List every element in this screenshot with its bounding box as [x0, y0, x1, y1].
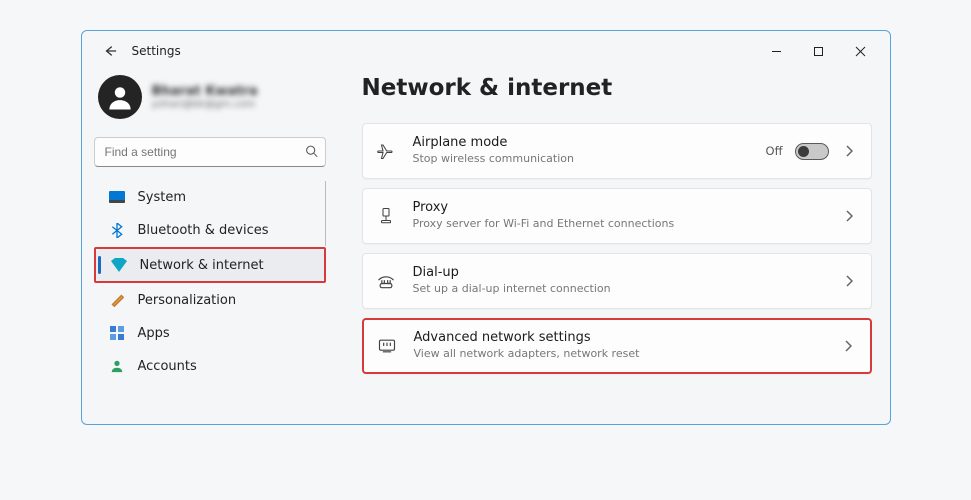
card-desc: Proxy server for Wi-Fi and Ethernet conn… [413, 217, 841, 231]
sidebar-item-accounts[interactable]: Accounts [94, 350, 326, 382]
card-title: Proxy [413, 200, 841, 217]
toggle-state-label: Off [766, 144, 783, 158]
account-icon [108, 357, 126, 375]
search-icon [305, 143, 318, 162]
search-box [94, 137, 326, 167]
avatar [98, 75, 142, 119]
sidebar: Bharat Kwatra yohan@bk@gm.com System [82, 71, 338, 424]
sidebar-item-personalization[interactable]: Personalization [94, 284, 326, 316]
settings-card-list: Airplane mode Stop wireless communicatio… [362, 123, 872, 374]
dialup-icon [375, 270, 397, 292]
card-title: Advanced network settings [414, 330, 840, 347]
apps-icon [108, 324, 126, 342]
back-button[interactable] [98, 39, 122, 63]
sidebar-item-system[interactable]: System [94, 181, 321, 213]
proxy-icon [375, 205, 397, 227]
close-button[interactable] [840, 35, 882, 67]
bluetooth-icon [108, 221, 126, 239]
card-desc: View all network adapters, network reset [414, 347, 840, 361]
sidebar-item-label: Network & internet [140, 258, 264, 273]
chevron-right-icon [841, 208, 857, 224]
settings-window: Settings Bharat Kwatra yohan@bk@gm.com [81, 30, 891, 425]
profile-block[interactable]: Bharat Kwatra yohan@bk@gm.com [94, 71, 326, 131]
brush-icon [108, 291, 126, 309]
search-input[interactable] [94, 137, 326, 167]
profile-name: Bharat Kwatra [152, 84, 258, 99]
card-title: Dial-up [413, 265, 841, 282]
titlebar: Settings [82, 31, 890, 71]
card-desc: Stop wireless communication [413, 152, 766, 166]
nav-list: System Bluetooth & devices [94, 181, 326, 246]
card-proxy[interactable]: Proxy Proxy server for Wi-Fi and Etherne… [362, 188, 872, 244]
airplane-icon [375, 140, 397, 162]
wifi-diamond-icon [110, 256, 128, 274]
main-content: Network & internet Airplane mode Stop wi… [338, 71, 890, 424]
minimize-button[interactable] [756, 35, 798, 67]
maximize-button[interactable] [798, 35, 840, 67]
card-dialup[interactable]: Dial-up Set up a dial-up internet connec… [362, 253, 872, 309]
sidebar-item-bluetooth[interactable]: Bluetooth & devices [94, 214, 321, 246]
card-advanced-network[interactable]: Advanced network settings View all netwo… [362, 318, 872, 374]
sidebar-item-label: Bluetooth & devices [138, 223, 269, 238]
chevron-right-icon [841, 273, 857, 289]
window-controls [756, 35, 882, 67]
card-airplane-mode[interactable]: Airplane mode Stop wireless communicatio… [362, 123, 872, 179]
system-icon [108, 188, 126, 206]
sidebar-item-label: Apps [138, 326, 170, 341]
card-title: Airplane mode [413, 135, 766, 152]
chevron-right-icon [841, 143, 857, 159]
nav-list: Personalization Apps Accounts [94, 284, 326, 382]
card-desc: Set up a dial-up internet connection [413, 282, 841, 296]
sidebar-item-network[interactable]: Network & internet [96, 249, 324, 281]
sidebar-item-label: System [138, 190, 186, 205]
sidebar-item-label: Personalization [138, 293, 237, 308]
adapter-icon [376, 335, 398, 357]
sidebar-item-apps[interactable]: Apps [94, 317, 326, 349]
profile-email: yohan@bk@gm.com [152, 99, 258, 110]
sidebar-item-label: Accounts [138, 359, 197, 374]
chevron-right-icon [840, 338, 856, 354]
app-title: Settings [132, 44, 181, 58]
sidebar-highlight: Network & internet [94, 247, 326, 283]
page-title: Network & internet [362, 75, 872, 101]
airplane-toggle[interactable] [795, 143, 829, 160]
